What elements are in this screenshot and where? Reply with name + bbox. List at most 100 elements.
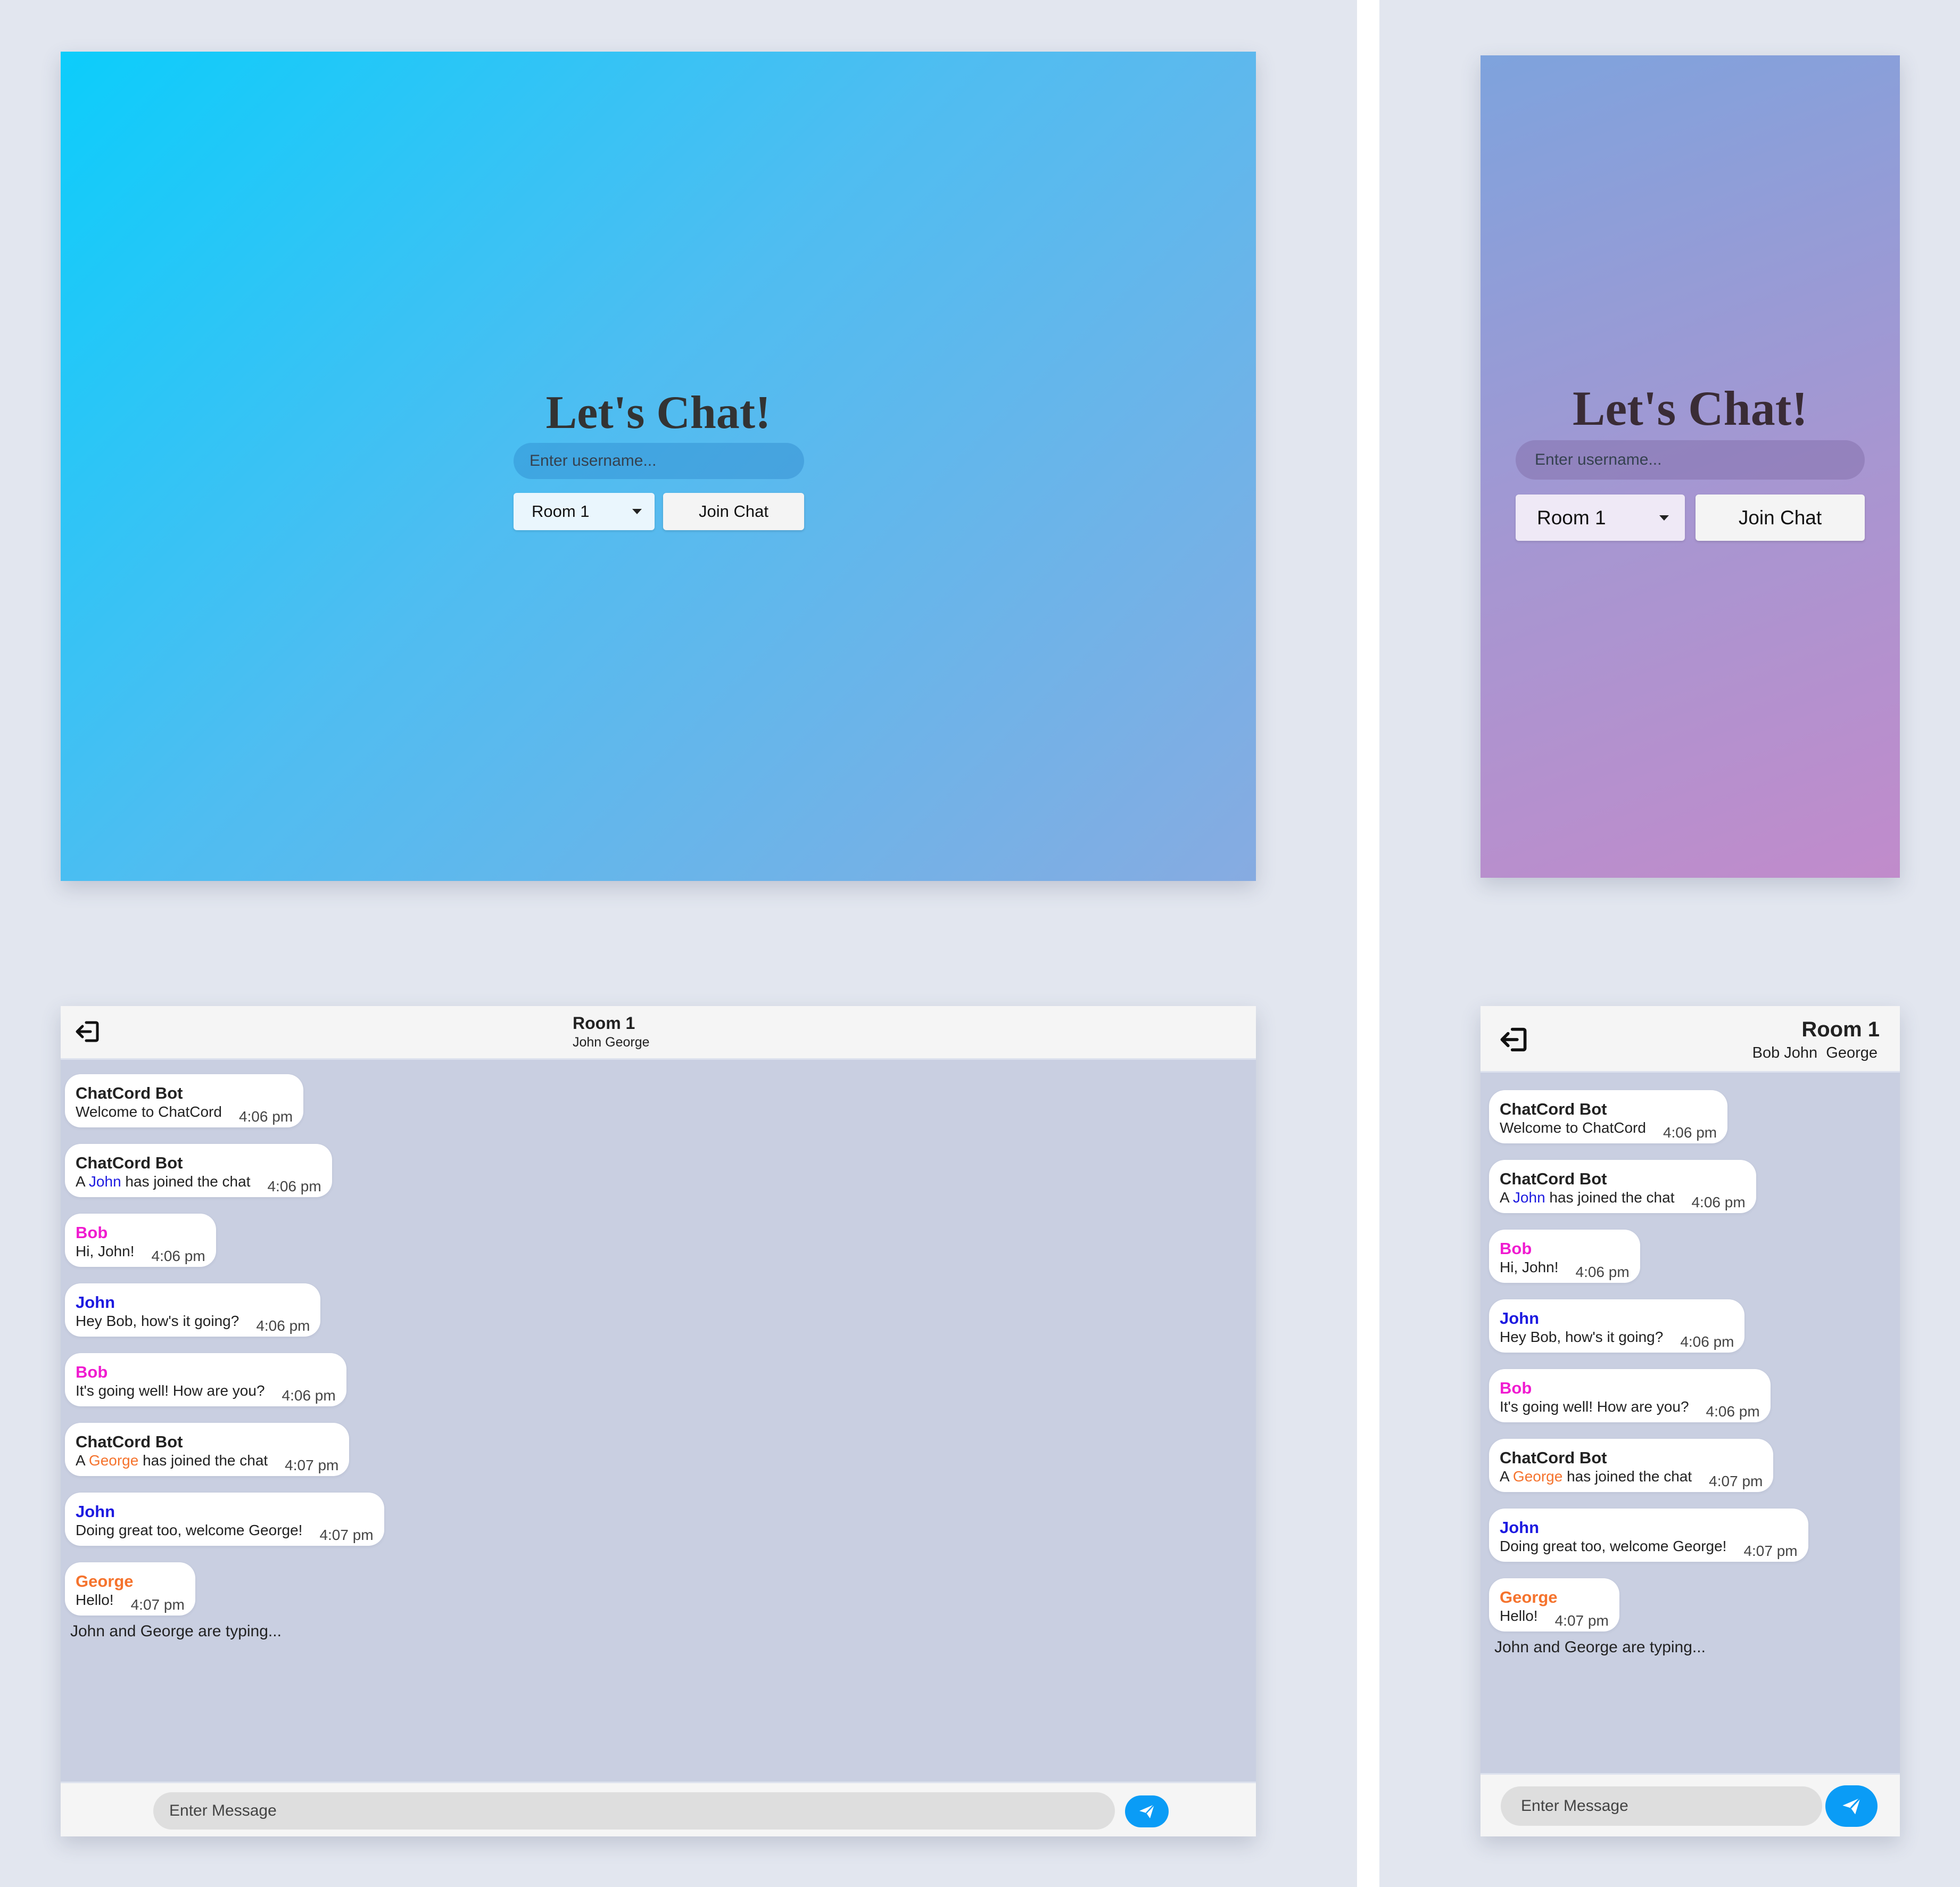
exit-icon	[76, 1021, 99, 1042]
message-text: Hey Bob, how's it going?	[1500, 1329, 1664, 1345]
message-sender: ChatCord Bot	[1500, 1448, 1607, 1467]
message-sender: John	[1500, 1518, 1540, 1537]
message-text: Hi, John!	[76, 1243, 135, 1259]
message-input-placeholder: Enter Message	[1521, 1797, 1628, 1815]
message-time: 4:06 pm	[1663, 1124, 1717, 1141]
username-placeholder: Enter username...	[1535, 451, 1662, 468]
message-text: Hello!	[76, 1592, 114, 1608]
message-row: Hello! 4:07 pm	[76, 1591, 185, 1613]
message-input[interactable]: Enter Message	[153, 1792, 1115, 1830]
message-text: Hi, John!	[1500, 1259, 1559, 1275]
message-text: Doing great too, welcome George!	[76, 1522, 303, 1538]
username-input[interactable]: Enter username...	[1516, 440, 1865, 480]
message-row: A George has joined the chat 4:07 pm	[1500, 1468, 1763, 1489]
message-bubble: ChatCord Bot A George has joined the chat…	[65, 1423, 350, 1476]
message-text: Welcome to ChatCord	[1500, 1119, 1646, 1136]
message-text: It's going well! How are you?	[1500, 1398, 1689, 1415]
message-sender: ChatCord Bot	[76, 1084, 183, 1102]
message-bubble: Bob It's going well! How are you? 4:06 pm	[65, 1353, 346, 1406]
message-row: Doing great too, welcome George! 4:07 pm	[76, 1521, 374, 1543]
message-time: 4:07 pm	[130, 1596, 185, 1613]
message-time: 4:06 pm	[1706, 1403, 1760, 1420]
message-text: A George has joined the chat	[1500, 1468, 1692, 1486]
message-input[interactable]: Enter Message	[1501, 1786, 1822, 1826]
user-mention: John	[1512, 1189, 1545, 1206]
message-text: Welcome to ChatCord	[76, 1103, 222, 1120]
chat-footer: Enter Message	[61, 1782, 1256, 1836]
room-select[interactable]: Room 1	[514, 493, 655, 530]
message-row: Welcome to ChatCord 4:06 pm	[76, 1103, 293, 1125]
messages-list: ChatCord Bot Welcome to ChatCord 4:06 pm Ch…	[65, 1074, 384, 1641]
message-bubble: George Hello! 4:07 pm	[65, 1562, 195, 1616]
message-row: Hey Bob, how's it going? 4:06 pm	[1500, 1328, 1734, 1350]
leave-room-button[interactable]	[75, 1020, 100, 1046]
message-bubble: Bob It's going well! How are you? 4:06 pm	[1489, 1369, 1771, 1422]
room-select-value: Room 1	[1537, 506, 1606, 529]
message-time: 4:07 pm	[1554, 1612, 1609, 1629]
message-sender: Bob	[76, 1363, 108, 1381]
send-button[interactable]	[1125, 1795, 1169, 1827]
message-text-suffix: has joined the chat	[1562, 1468, 1692, 1485]
message-text: A George has joined the chat	[76, 1452, 268, 1470]
login-screen-mobile: Let's Chat! Enter username... Room 1 Joi…	[1481, 55, 1900, 878]
message-text-prefix: A	[1500, 1189, 1513, 1206]
message-sender: ChatCord Bot	[76, 1153, 183, 1172]
message-text: Hey Bob, how's it going?	[76, 1313, 239, 1329]
panel-divider	[1357, 0, 1379, 1887]
room-select-value: Room 1	[532, 502, 590, 521]
message-bubble: ChatCord Bot Welcome to ChatCord 4:06 pm	[65, 1074, 304, 1127]
message-sender: George	[1500, 1588, 1558, 1606]
message-row: It's going well! How are you? 4:06 pm	[76, 1382, 336, 1404]
message-row: Welcome to ChatCord 4:06 pm	[1500, 1119, 1717, 1141]
message-text: It's going well! How are you?	[76, 1382, 265, 1399]
login-title: Let's Chat!	[1572, 381, 1808, 435]
message-time: 4:06 pm	[282, 1387, 336, 1404]
chevron-down-icon	[1659, 515, 1669, 521]
login-screen-desktop: Let's Chat! Enter username... Room 1 Joi…	[61, 52, 1256, 881]
message-text: A John has joined the chat	[1500, 1189, 1674, 1207]
message-text-suffix: has joined the chat	[138, 1452, 268, 1469]
message-bubble: ChatCord Bot Welcome to ChatCord 4:06 pm	[1489, 1090, 1728, 1143]
chat-footer: Enter Message	[1481, 1773, 1900, 1836]
chevron-down-icon	[632, 509, 642, 514]
message-text: Doing great too, welcome George!	[1500, 1538, 1727, 1554]
message-text-prefix: A	[76, 1173, 89, 1190]
message-sender: Bob	[1500, 1379, 1532, 1397]
exit-icon	[1500, 1027, 1527, 1052]
join-chat-button[interactable]: Join Chat	[1696, 495, 1865, 541]
username-input[interactable]: Enter username...	[514, 443, 804, 479]
join-chat-button[interactable]: Join Chat	[663, 493, 804, 530]
message-sender: ChatCord Bot	[76, 1432, 183, 1451]
message-text: A John has joined the chat	[76, 1173, 250, 1191]
message-time: 4:06 pm	[1691, 1194, 1746, 1210]
leave-room-button[interactable]	[1499, 1026, 1528, 1056]
room-users: John George	[573, 1035, 650, 1050]
chat-screen-mobile: Room 1 Bob John George ChatCord Bot Welco…	[1481, 1006, 1900, 1836]
message-sender: ChatCord Bot	[1500, 1100, 1607, 1118]
room-select[interactable]: Room 1	[1516, 495, 1685, 541]
message-sender: ChatCord Bot	[1500, 1169, 1607, 1188]
login-title: Let's Chat!	[545, 387, 771, 439]
message-bubble: ChatCord Bot A George has joined the chat…	[1489, 1439, 1774, 1492]
message-bubble: John Doing great too, welcome George! 4:07…	[65, 1493, 384, 1546]
paper-plane-icon	[1139, 1804, 1155, 1818]
message-time: 4:06 pm	[1575, 1264, 1630, 1280]
message-time: 4:06 pm	[151, 1248, 205, 1264]
room-users: Bob John George	[1752, 1044, 1878, 1061]
messages-list: ChatCord Bot Welcome to ChatCord 4:06 pm Ch…	[1489, 1090, 1808, 1657]
message-sender: George	[76, 1572, 134, 1591]
message-sender: John	[76, 1502, 115, 1521]
message-bubble: Bob Hi, John! 4:06 pm	[65, 1214, 216, 1267]
message-bubble: John Doing great too, welcome George! 4:07…	[1489, 1509, 1808, 1562]
room-name: Room 1	[1801, 1018, 1880, 1041]
message-bubble: John Hey Bob, how's it going? 4:06 pm	[1489, 1299, 1745, 1353]
message-row: A John has joined the chat 4:06 pm	[1500, 1189, 1746, 1210]
chat-header: Room 1 John George	[61, 1006, 1256, 1060]
message-time: 4:07 pm	[319, 1527, 374, 1543]
send-button[interactable]	[1825, 1785, 1878, 1827]
message-text-prefix: A	[1500, 1468, 1513, 1485]
message-row: A John has joined the chat 4:06 pm	[76, 1173, 321, 1194]
message-time: 4:06 pm	[238, 1108, 293, 1125]
message-bubble: George Hello! 4:07 pm	[1489, 1578, 1619, 1631]
message-time: 4:06 pm	[256, 1317, 310, 1334]
